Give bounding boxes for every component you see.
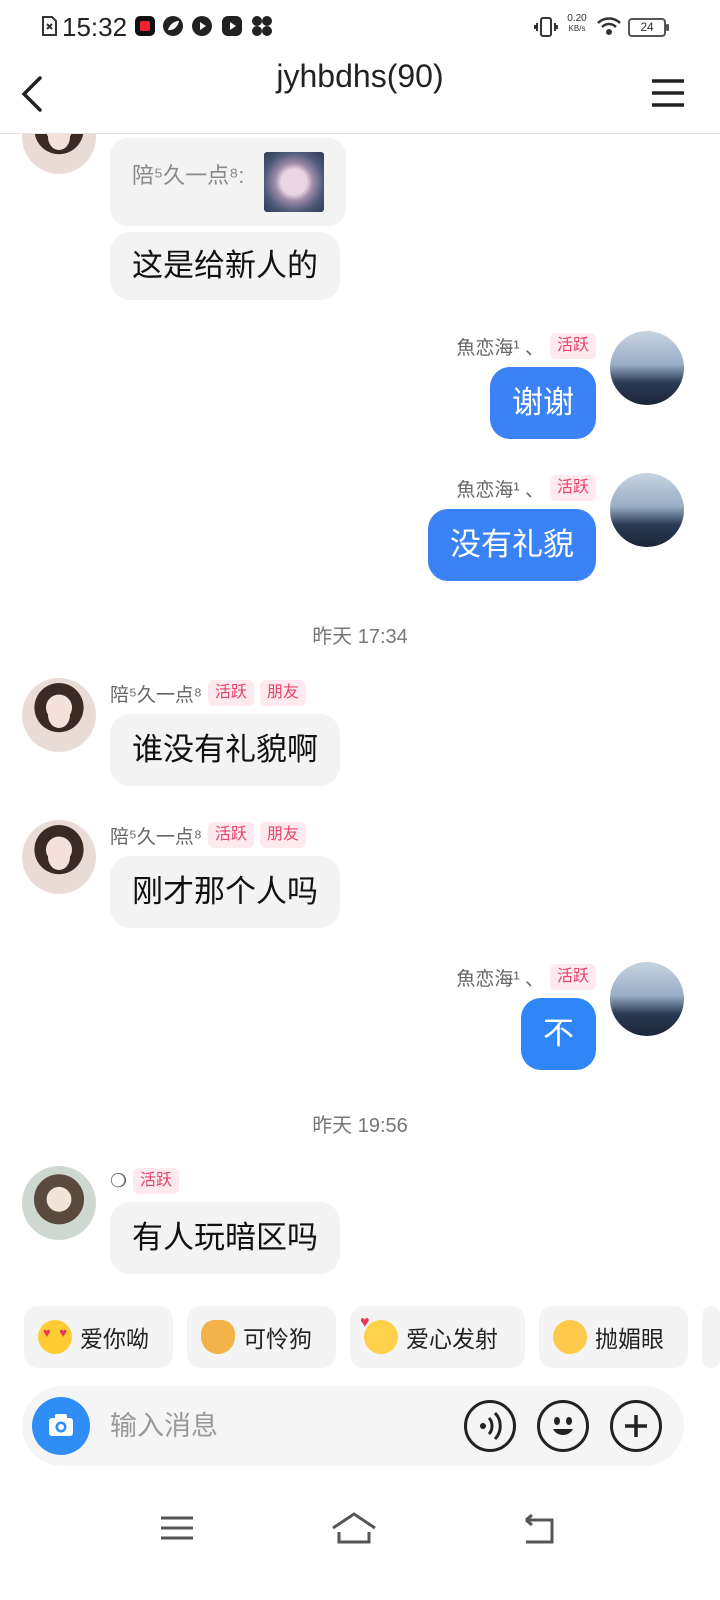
camera-icon <box>49 1414 73 1436</box>
message-input-bar <box>22 1386 684 1466</box>
friend-tag: 朋友 <box>259 822 306 848</box>
avatar[interactable] <box>610 473 684 547</box>
avatar[interactable] <box>22 820 96 894</box>
sender-name: 陪⁵久一点⁸ <box>110 684 202 706</box>
quick-reply-chip[interactable]: 抛媚眼 <box>539 1306 688 1368</box>
timestamp: 昨天 19:56 <box>312 1115 408 1137</box>
hearts-emoji-icon <box>360 1314 398 1354</box>
avatar[interactable] <box>22 134 96 174</box>
sender-line: 魚恋海¹ 、 活跃 <box>456 473 596 503</box>
quoted-reply-text: 陪⁵久一点⁸: <box>132 163 245 188</box>
vibrate-icon <box>534 17 558 37</box>
wifi-icon <box>597 17 621 35</box>
quick-reply-bar: 爱你呦 可怜狗 爱心发射 抛媚眼 <box>0 1306 720 1370</box>
active-tag: 活跃 <box>207 822 254 848</box>
system-nav-bar <box>0 1500 720 1560</box>
sender-line: ❍ 活跃 <box>110 1166 180 1196</box>
add-button[interactable] <box>610 1400 662 1452</box>
dog-emoji-icon <box>201 1320 235 1354</box>
chat-header: jyhbdhs(90) <box>0 56 720 134</box>
wink-emoji-icon <box>553 1320 587 1354</box>
sender-name: 魚恋海¹ 、 <box>456 479 544 501</box>
network-speed-unit: KB/s <box>568 24 586 33</box>
clover-app-icon <box>252 16 272 36</box>
emoji-button[interactable] <box>537 1400 589 1452</box>
quick-reply-label: 抛媚眼 <box>595 1326 664 1352</box>
battery-indicator: 24 <box>628 18 669 37</box>
quick-reply-label: 可怜狗 <box>243 1326 312 1352</box>
quick-reply-chip-partial[interactable] <box>702 1306 720 1368</box>
home-icon[interactable] <box>330 1508 378 1548</box>
sender-name: 魚恋海¹ 、 <box>456 968 544 990</box>
quoted-image-thumbnail[interactable] <box>264 152 324 212</box>
voice-button[interactable] <box>464 1400 516 1452</box>
message-bubble[interactable]: 有人玩暗区吗 <box>110 1202 340 1274</box>
smiley-icon <box>553 1417 573 1435</box>
avatar[interactable] <box>610 331 684 405</box>
recent-apps-icon[interactable] <box>155 1508 199 1548</box>
message-bubble[interactable]: 这是给新人的 <box>110 232 340 300</box>
sim-missing-icon <box>42 16 57 36</box>
quick-reply-chip[interactable]: 爱心发射 <box>350 1306 525 1368</box>
status-time: 15:32 <box>62 12 128 42</box>
heart-eyes-emoji-icon <box>38 1320 72 1354</box>
camera-button[interactable] <box>32 1397 90 1455</box>
quoted-reply[interactable]: 陪⁵久一点⁸: <box>110 138 346 226</box>
back-nav-icon[interactable] <box>516 1508 560 1548</box>
sender-line: 魚恋海¹ 、 活跃 <box>456 962 596 992</box>
message-bubble[interactable]: 谢谢 <box>490 367 596 439</box>
quick-reply-chip[interactable]: 可怜狗 <box>187 1306 336 1368</box>
play-icon-2 <box>222 16 242 36</box>
message-bubble[interactable]: 不 <box>521 998 596 1070</box>
quick-reply-label: 爱心发射 <box>406 1326 498 1352</box>
menu-icon[interactable] <box>650 78 686 108</box>
network-speed: 0.20 KB/s <box>562 14 592 34</box>
friend-tag: 朋友 <box>259 680 306 706</box>
app-notification-icon <box>135 16 155 36</box>
timestamp: 昨天 17:34 <box>312 626 408 648</box>
sender-line: 陪⁵久一点⁸ 活跃 朋友 <box>110 678 306 708</box>
active-tag: 活跃 <box>549 333 596 359</box>
message-list[interactable]: 陪⁵久一点⁸: 这是给新人的 魚恋海¹ 、 活跃 谢谢 魚恋海¹ 、 活跃 没有… <box>0 134 720 1294</box>
sender-name: ❍ <box>110 1170 128 1192</box>
message-input[interactable] <box>110 1406 440 1446</box>
active-tag: 活跃 <box>549 475 596 501</box>
voice-icon <box>480 1411 502 1441</box>
active-tag: 活跃 <box>133 1168 180 1194</box>
sender-name: 陪⁵久一点⁸ <box>110 826 202 848</box>
chat-title: jyhbdhs(90) <box>276 58 444 94</box>
sender-line: 陪⁵久一点⁸ 活跃 朋友 <box>110 820 306 850</box>
quick-reply-label: 爱你呦 <box>80 1326 149 1352</box>
message-bubble[interactable]: 刚才那个人吗 <box>110 856 340 928</box>
avatar[interactable] <box>22 678 96 752</box>
avatar[interactable] <box>610 962 684 1036</box>
message-bubble[interactable]: 没有礼貌 <box>428 509 596 581</box>
sender-name: 魚恋海¹ 、 <box>456 337 544 359</box>
plus-icon <box>625 1415 647 1437</box>
message-bubble[interactable]: 谁没有礼貌啊 <box>110 714 340 786</box>
quick-reply-chip[interactable]: 爱你呦 <box>24 1306 173 1368</box>
play-icon <box>192 16 212 36</box>
avatar[interactable] <box>22 1166 96 1240</box>
sender-line: 魚恋海¹ 、 活跃 <box>456 331 596 361</box>
network-speed-value: 0.20 <box>567 13 587 24</box>
leaf-app-icon <box>163 16 183 36</box>
status-bar: 15:32 0.20 KB/s 24 <box>0 0 720 56</box>
active-tag: 活跃 <box>549 964 596 990</box>
active-tag: 活跃 <box>207 680 254 706</box>
